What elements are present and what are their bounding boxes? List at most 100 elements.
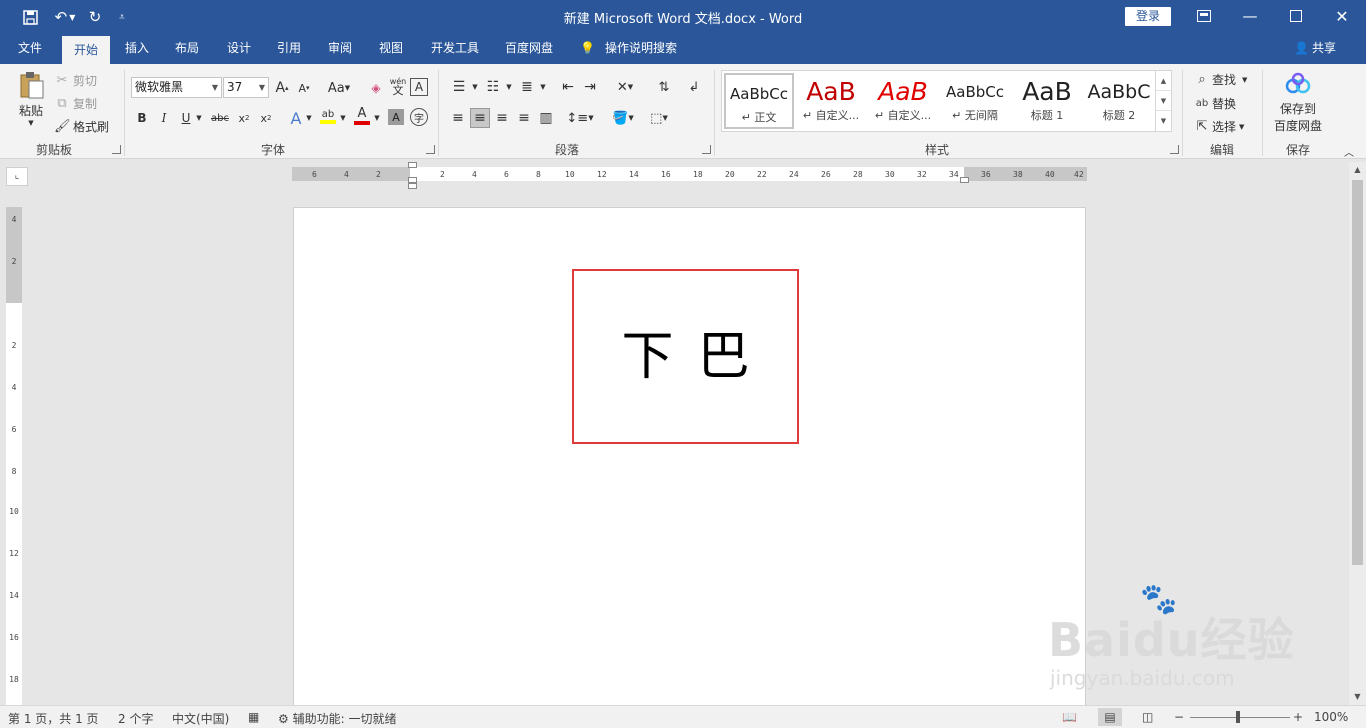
cut-button[interactable]: ✂ 剪切: [54, 72, 97, 89]
sort-icon[interactable]: ⇅: [654, 77, 674, 97]
ribbon-display-options-icon[interactable]: [1181, 3, 1227, 29]
collapse-ribbon-icon[interactable]: ︿: [1344, 144, 1354, 159]
login-button[interactable]: 登录: [1125, 7, 1171, 26]
chinese-layout-icon[interactable]: ✕ ▼: [612, 77, 638, 97]
zoom-slider[interactable]: [1190, 717, 1290, 718]
first-line-indent-marker[interactable]: [408, 162, 417, 168]
character-border-icon[interactable]: A: [410, 78, 428, 96]
tab-review[interactable]: 审阅: [319, 33, 361, 64]
scroll-up-icon[interactable]: ▲: [1349, 162, 1366, 178]
clipboard-dialog-launcher-icon[interactable]: [112, 145, 121, 154]
zoom-in-icon[interactable]: +: [1293, 710, 1303, 724]
align-right-icon[interactable]: ≡: [492, 108, 512, 128]
redo-icon[interactable]: ↻: [84, 6, 106, 28]
character-shading-icon[interactable]: A: [388, 109, 404, 125]
share-button[interactable]: 👤 共享: [1294, 33, 1344, 64]
shading-icon[interactable]: 🪣 ▼: [608, 108, 638, 128]
minimize-icon[interactable]: —: [1227, 3, 1273, 29]
chevron-down-icon[interactable]: ▼: [538, 77, 548, 97]
shrink-font-icon[interactable]: A ▾: [294, 78, 314, 98]
scroll-up-icon[interactable]: ▲: [1156, 71, 1171, 91]
styles-dialog-launcher-icon[interactable]: [1170, 145, 1179, 154]
show-marks-icon[interactable]: ↲: [684, 77, 704, 97]
vertical-scrollbar[interactable]: ▲ ▼: [1349, 162, 1366, 705]
increase-indent-icon[interactable]: ⇥: [580, 77, 600, 97]
macro-record-icon[interactable]: ▦: [248, 710, 259, 724]
word-count[interactable]: 2 个字: [118, 710, 153, 727]
tab-baidu-netdisk[interactable]: 百度网盘: [498, 33, 560, 64]
text-box-content[interactable]: 下巴: [574, 329, 797, 385]
zoom-out-icon[interactable]: −: [1174, 710, 1184, 724]
more-styles-icon[interactable]: ▼: [1156, 111, 1171, 131]
font-name-combo[interactable]: 微软雅黑 ▼: [131, 77, 222, 98]
document-page[interactable]: 下巴: [293, 207, 1086, 705]
font-color-icon[interactable]: A: [352, 106, 372, 126]
tab-design[interactable]: 设计: [218, 33, 260, 64]
style-heading-1[interactable]: AaB 标题 1: [1012, 73, 1082, 129]
bold-icon[interactable]: B: [132, 108, 152, 128]
chevron-down-icon[interactable]: ▼: [194, 108, 204, 128]
tab-home[interactable]: 开始: [62, 36, 110, 64]
text-box[interactable]: 下巴: [572, 269, 799, 444]
language[interactable]: 中文(中国): [172, 710, 229, 727]
tab-view[interactable]: 视图: [370, 33, 412, 64]
chevron-down-icon[interactable]: ▼: [304, 108, 314, 128]
tab-developer[interactable]: 开发工具: [424, 33, 486, 64]
web-layout-icon[interactable]: ◫: [1142, 710, 1153, 724]
distributed-icon[interactable]: ▥: [536, 108, 556, 128]
chevron-down-icon[interactable]: ▼: [470, 77, 480, 97]
tell-me-search[interactable]: 💡 操作说明搜索: [580, 33, 690, 64]
maximize-icon[interactable]: [1273, 3, 1319, 29]
italic-icon[interactable]: I: [154, 108, 174, 128]
left-indent-marker[interactable]: [408, 183, 417, 189]
zoom-level[interactable]: 100%: [1314, 710, 1348, 724]
scroll-down-icon[interactable]: ▼: [1156, 91, 1171, 111]
align-center-icon[interactable]: ≡: [470, 108, 490, 128]
highlight-icon[interactable]: ab: [318, 106, 338, 126]
scroll-down-icon[interactable]: ▼: [1349, 689, 1366, 705]
tab-layout[interactable]: 布局: [166, 33, 208, 64]
chevron-down-icon[interactable]: ▼: [504, 77, 514, 97]
multilevel-list-icon[interactable]: ≣: [516, 77, 538, 97]
superscript-icon[interactable]: x2: [256, 108, 276, 128]
style-no-spacing[interactable]: AaBbCc ↵ 无间隔: [940, 73, 1010, 129]
change-case-icon[interactable]: Aa ▼: [324, 78, 354, 98]
phonetic-guide-icon[interactable]: wén 文: [388, 76, 408, 96]
tab-file[interactable]: 文件: [8, 33, 52, 64]
borders-icon[interactable]: ⬚ ▼: [644, 108, 674, 128]
subscript-icon[interactable]: x2: [234, 108, 254, 128]
save-icon[interactable]: [18, 6, 42, 28]
tab-insert[interactable]: 插入: [116, 33, 158, 64]
numbering-icon[interactable]: ☷: [482, 77, 504, 97]
align-left-icon[interactable]: ≡: [448, 108, 468, 128]
font-dialog-launcher-icon[interactable]: [426, 145, 435, 154]
text-effects-icon[interactable]: A: [286, 108, 306, 128]
line-spacing-icon[interactable]: ↕≡ ▼: [566, 108, 594, 128]
tab-selector[interactable]: ⌞: [6, 167, 28, 186]
zoom-slider-thumb[interactable]: [1236, 711, 1240, 723]
format-painter-button[interactable]: 🖌 格式刷: [54, 118, 109, 135]
find-button[interactable]: ⌕ 查找 ▼: [1194, 71, 1247, 88]
bullets-icon[interactable]: ☰: [448, 77, 470, 97]
font-size-combo[interactable]: 37 ▼: [223, 77, 269, 98]
strikethrough-icon[interactable]: abc: [210, 108, 230, 128]
style-heading-2[interactable]: AaBbC 标题 2: [1084, 73, 1154, 129]
replace-button[interactable]: ab 替换: [1194, 95, 1236, 112]
grow-font-icon[interactable]: A ▴: [272, 78, 292, 98]
close-icon[interactable]: ✕: [1319, 3, 1365, 29]
read-mode-icon[interactable]: 📖: [1062, 710, 1077, 724]
enclose-characters-icon[interactable]: 字: [410, 108, 428, 126]
paste-button[interactable]: 粘贴 ▼: [12, 70, 50, 134]
scrollbar-thumb[interactable]: [1352, 180, 1363, 565]
style-custom-1[interactable]: AaB ↵ 自定义...: [796, 73, 866, 129]
chevron-down-icon[interactable]: ▼: [372, 108, 382, 128]
chevron-down-icon[interactable]: ▼: [338, 108, 348, 128]
select-button[interactable]: ⇱ 选择 ▼: [1194, 118, 1245, 135]
paragraph-dialog-launcher-icon[interactable]: [702, 145, 711, 154]
page-count[interactable]: 第 1 页，共 1 页: [8, 710, 99, 727]
right-indent-marker[interactable]: [960, 177, 969, 183]
copy-button[interactable]: ⧉ 复制: [54, 95, 97, 112]
accessibility-status[interactable]: ⚙ 辅助功能: 一切就绪: [278, 710, 396, 727]
clear-formatting-icon[interactable]: ◈: [366, 78, 386, 98]
underline-icon[interactable]: U: [176, 108, 196, 128]
